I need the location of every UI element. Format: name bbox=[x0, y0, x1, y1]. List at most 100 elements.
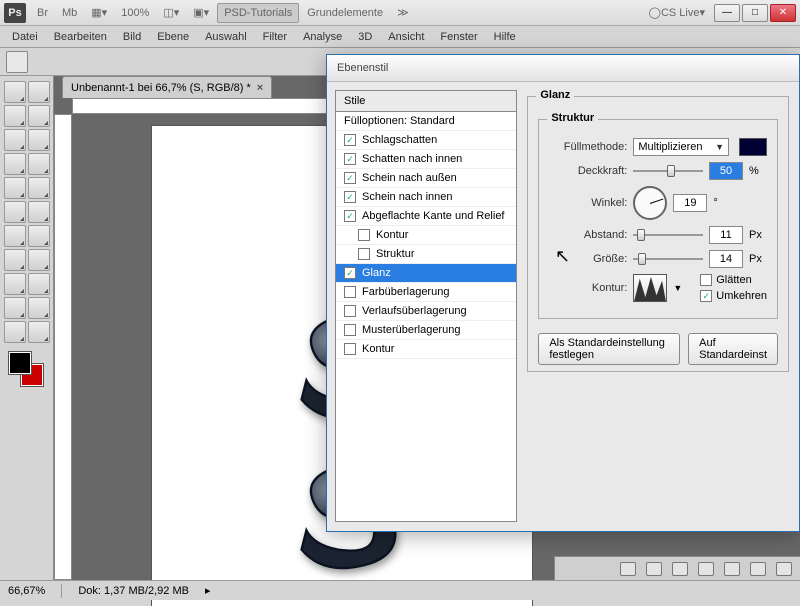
color-swatches[interactable] bbox=[9, 352, 45, 388]
opacity-slider[interactable] bbox=[633, 163, 703, 179]
style-item[interactable]: ✓Schein nach außen bbox=[336, 169, 516, 188]
checkbox-icon[interactable] bbox=[344, 286, 356, 298]
adjustment-icon[interactable] bbox=[698, 562, 714, 576]
tool-heal[interactable] bbox=[4, 153, 26, 175]
style-item[interactable]: Musterüberlagerung bbox=[336, 321, 516, 340]
workspace-psdtutorials[interactable]: PSD-Tutorials bbox=[217, 3, 299, 23]
bridge-button[interactable]: Br bbox=[31, 3, 54, 23]
color-swatch[interactable] bbox=[739, 138, 767, 156]
tool-shape[interactable] bbox=[28, 273, 50, 295]
tool-3dcam[interactable] bbox=[28, 297, 50, 319]
menu-hilfe[interactable]: Hilfe bbox=[486, 29, 524, 45]
contour-arrow-icon[interactable]: ▼ bbox=[673, 283, 682, 293]
size-slider[interactable] bbox=[633, 251, 703, 267]
menu-auswahl[interactable]: Auswahl bbox=[197, 29, 255, 45]
checkbox-icon[interactable] bbox=[344, 305, 356, 317]
angle-input[interactable]: 19 bbox=[673, 194, 707, 212]
ruler-vertical[interactable] bbox=[54, 114, 72, 580]
view-extras-button[interactable]: ▦▾ bbox=[85, 3, 113, 23]
checkbox-icon[interactable]: ✓ bbox=[344, 267, 356, 279]
tool-eraser[interactable] bbox=[4, 201, 26, 223]
screen-mode-button[interactable]: ▣▾ bbox=[187, 3, 215, 23]
tool-brush[interactable] bbox=[28, 153, 50, 175]
tool-type[interactable] bbox=[28, 249, 50, 271]
tab-close-icon[interactable]: × bbox=[257, 82, 263, 94]
maximize-button[interactable]: □ bbox=[742, 4, 768, 22]
tool-stamp[interactable] bbox=[4, 177, 26, 199]
checkbox-icon[interactable] bbox=[344, 343, 356, 355]
dialog-title-bar[interactable]: Ebenenstil bbox=[327, 54, 799, 82]
status-arrow-icon[interactable]: ▸ bbox=[205, 584, 211, 597]
style-item[interactable]: ✓Schlagschatten bbox=[336, 131, 516, 150]
tool-wand[interactable] bbox=[28, 105, 50, 127]
checkbox-icon[interactable]: ✓ bbox=[344, 134, 356, 146]
set-default-button[interactable]: Als Standardeinstellung festlegen bbox=[538, 333, 680, 365]
distance-slider[interactable] bbox=[633, 227, 703, 243]
tool-history[interactable] bbox=[28, 177, 50, 199]
style-item[interactable]: Kontur bbox=[336, 226, 516, 245]
new-layer-icon[interactable] bbox=[750, 562, 766, 576]
minimize-button[interactable]: — bbox=[714, 4, 740, 22]
checkbox-icon[interactable]: ✓ bbox=[344, 210, 356, 222]
menu-ebene[interactable]: Ebene bbox=[149, 29, 197, 45]
trash-icon[interactable] bbox=[776, 562, 792, 576]
checkbox-icon[interactable]: ✓ bbox=[344, 153, 356, 165]
tool-gradient[interactable] bbox=[28, 201, 50, 223]
tool-hand[interactable] bbox=[4, 321, 26, 343]
zoom-level[interactable]: 100% bbox=[115, 3, 155, 23]
tool-move[interactable] bbox=[4, 81, 26, 103]
move-tool-icon[interactable] bbox=[6, 51, 28, 73]
style-item[interactable]: Farbüberlagerung bbox=[336, 283, 516, 302]
tool-marquee[interactable] bbox=[28, 81, 50, 103]
style-item[interactable]: ✓Schein nach innen bbox=[336, 188, 516, 207]
link-icon[interactable] bbox=[620, 562, 636, 576]
status-doc-size[interactable]: Dok: 1,37 MB/2,92 MB bbox=[78, 585, 189, 597]
mb-button[interactable]: Mb bbox=[56, 3, 83, 23]
fx-icon[interactable] bbox=[646, 562, 662, 576]
opacity-input[interactable]: 50 bbox=[709, 162, 743, 180]
checkbox-icon[interactable] bbox=[358, 248, 370, 260]
close-button[interactable]: ✕ bbox=[770, 4, 796, 22]
tool-zoom[interactable] bbox=[28, 321, 50, 343]
tool-path[interactable] bbox=[4, 273, 26, 295]
fill-method-select[interactable]: Multiplizieren ▼ bbox=[633, 138, 729, 156]
style-item[interactable]: Struktur bbox=[336, 245, 516, 264]
menu-bearbeiten[interactable]: Bearbeiten bbox=[46, 29, 115, 45]
style-item[interactable]: ✓Schatten nach innen bbox=[336, 150, 516, 169]
menu-bild[interactable]: Bild bbox=[115, 29, 149, 45]
contour-picker[interactable] bbox=[633, 274, 667, 302]
tool-pen[interactable] bbox=[4, 249, 26, 271]
cs-live-button[interactable]: ◯ CS Live ▾ bbox=[643, 3, 711, 23]
mask-icon[interactable] bbox=[672, 562, 688, 576]
blend-options-item[interactable]: Fülloptionen: Standard bbox=[336, 112, 516, 131]
tool-lasso[interactable] bbox=[4, 105, 26, 127]
tool-eyedropper[interactable] bbox=[28, 129, 50, 151]
size-input[interactable]: 14 bbox=[709, 250, 743, 268]
tool-dodge[interactable] bbox=[28, 225, 50, 247]
style-item[interactable]: Kontur bbox=[336, 340, 516, 359]
menu-filter[interactable]: Filter bbox=[255, 29, 295, 45]
invert-checkbox[interactable]: ✓Umkehren bbox=[700, 290, 767, 302]
reset-default-button[interactable]: Auf Standardeinst bbox=[688, 333, 778, 365]
styles-header[interactable]: Stile bbox=[336, 91, 516, 112]
document-tab[interactable]: Unbenannt-1 bei 66,7% (S, RGB/8) * × bbox=[62, 76, 272, 98]
foreground-color[interactable] bbox=[9, 352, 31, 374]
style-item[interactable]: ✓Abgeflachte Kante und Relief bbox=[336, 207, 516, 226]
style-item[interactable]: Verlaufsüberlagerung bbox=[336, 302, 516, 321]
antialias-checkbox[interactable]: Glätten bbox=[700, 274, 767, 286]
menu-datei[interactable]: Datei bbox=[4, 29, 46, 45]
menu-fenster[interactable]: Fenster bbox=[432, 29, 485, 45]
menu-3d[interactable]: 3D bbox=[350, 29, 380, 45]
checkbox-icon[interactable]: ✓ bbox=[344, 172, 356, 184]
tool-3d[interactable] bbox=[4, 297, 26, 319]
menu-analyse[interactable]: Analyse bbox=[295, 29, 350, 45]
menu-ansicht[interactable]: Ansicht bbox=[380, 29, 432, 45]
group-icon[interactable] bbox=[724, 562, 740, 576]
style-item[interactable]: ✓Glanz bbox=[336, 264, 516, 283]
checkbox-icon[interactable] bbox=[358, 229, 370, 241]
tool-blur[interactable] bbox=[4, 225, 26, 247]
angle-dial[interactable] bbox=[633, 186, 667, 220]
workspace-grundelemente[interactable]: Grundelemente bbox=[301, 3, 389, 23]
workspace-more[interactable]: ≫ bbox=[391, 3, 415, 23]
arrange-button[interactable]: ◫▾ bbox=[157, 3, 185, 23]
